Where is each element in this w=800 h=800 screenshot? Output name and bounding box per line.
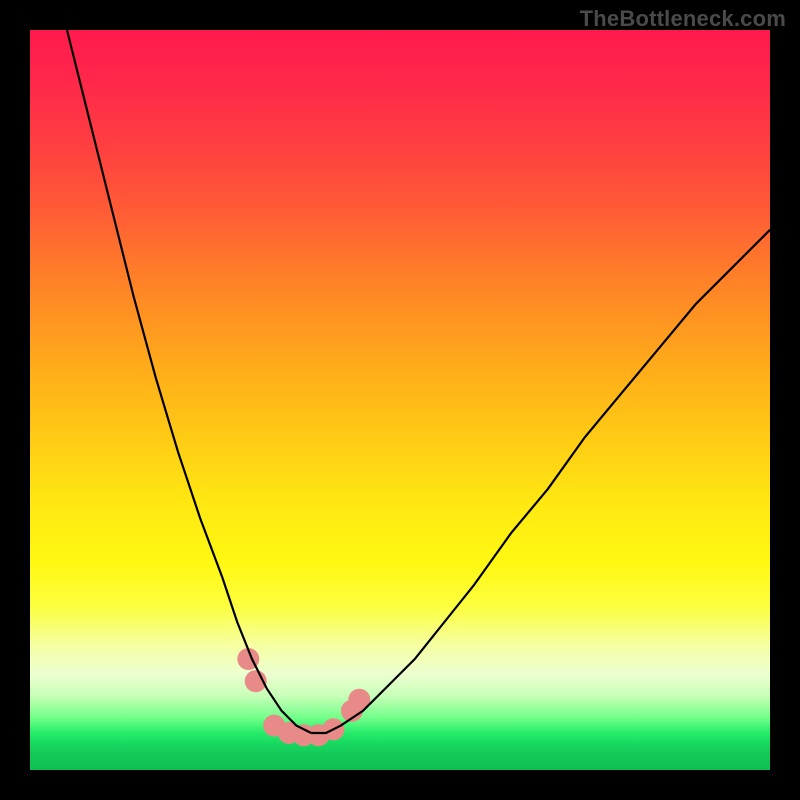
trough-marker-layer bbox=[237, 648, 370, 746]
left-curve bbox=[67, 30, 311, 733]
chart-svg bbox=[30, 30, 770, 770]
watermark-text: TheBottleneck.com bbox=[580, 6, 786, 32]
right-curve bbox=[311, 230, 770, 733]
chart-container: { "watermark": "TheBottleneck.com", "cha… bbox=[0, 0, 800, 800]
plot-area bbox=[30, 30, 770, 770]
